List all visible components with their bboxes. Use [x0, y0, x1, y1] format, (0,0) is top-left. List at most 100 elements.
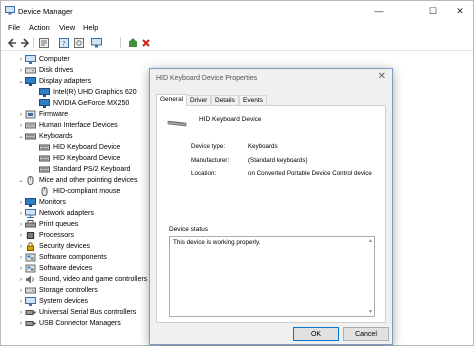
tree-item-label: Security devices — [39, 242, 90, 250]
location-label: Location: — [191, 170, 217, 177]
tree-item-processors[interactable]: › Processors — [17, 230, 74, 241]
tree-item-nvidia-mx250[interactable]: NVIDIA GeForce MX250 — [39, 98, 129, 109]
close-button[interactable]: ✕ — [447, 1, 473, 21]
device-manager-window: Device Manager — ☐ ✕ File Action View He… — [0, 0, 474, 346]
tree-item-label: Keyboards — [39, 132, 73, 140]
chevron-right-icon[interactable]: › — [17, 210, 25, 218]
tree-item-label: Standard PS/2 Keyboard — [53, 165, 131, 173]
update-driver-icon — [128, 37, 137, 47]
tree-item-label: Software components — [39, 253, 107, 261]
update-driver-button[interactable] — [127, 37, 138, 48]
properties-button[interactable] — [38, 37, 49, 48]
forward-icon — [20, 37, 29, 48]
maximize-button[interactable]: ☐ — [420, 1, 446, 21]
maximize-icon: ☐ — [428, 5, 438, 16]
chevron-down-icon[interactable]: ⌄ — [17, 133, 25, 141]
tab-general[interactable]: General — [156, 94, 188, 106]
chevron-right-icon[interactable]: › — [17, 122, 25, 130]
chevron-right-icon[interactable]: › — [17, 111, 25, 119]
chevron-down-icon[interactable]: ⌄ — [17, 177, 25, 185]
forward-button[interactable] — [19, 37, 30, 48]
menu-file[interactable]: File — [8, 23, 20, 32]
help-button[interactable]: ? — [58, 37, 69, 48]
tree-item-network-adapters[interactable]: › Network adapters — [17, 208, 94, 219]
chevron-right-icon[interactable]: › — [17, 67, 25, 75]
chevron-down-icon[interactable]: ⌄ — [17, 78, 25, 86]
tree-item-label: Software devices — [39, 264, 93, 272]
tree-item-security-devices[interactable]: › Security devices — [17, 241, 90, 252]
menu-view[interactable]: View — [59, 23, 75, 32]
manufacturer-value: (Standard keyboards) — [248, 157, 308, 164]
back-icon — [7, 37, 16, 48]
chevron-right-icon[interactable]: › — [17, 298, 25, 306]
back-button[interactable] — [6, 37, 17, 48]
monitor-button[interactable] — [91, 37, 102, 48]
chevron-right-icon[interactable]: › — [17, 243, 25, 251]
tree-item-label: HID-compliant mouse — [53, 187, 121, 195]
tree-item-hid-mouse[interactable]: HID-compliant mouse — [39, 186, 120, 197]
device-type-label: Device type: — [191, 143, 226, 150]
chevron-right-icon[interactable]: › — [17, 309, 25, 317]
cancel-button[interactable]: Cancel — [343, 327, 389, 341]
tree-item-sound-video-game[interactable]: › Sound, video and game controllers — [17, 274, 147, 285]
ok-button[interactable]: OK — [293, 327, 339, 341]
keyboard-icon — [25, 133, 36, 140]
minimize-button[interactable]: — — [366, 1, 392, 21]
tree-item-system-devices[interactable]: › System devices — [17, 296, 88, 307]
mouse-icon — [41, 187, 48, 196]
scroll-up-icon[interactable]: ▲ — [368, 238, 373, 244]
menu-help[interactable]: Help — [83, 23, 98, 32]
tree-item-label: Monitors — [39, 198, 66, 206]
system-icon — [25, 297, 36, 306]
chevron-right-icon[interactable]: › — [17, 287, 25, 295]
device-status-text: This device is working properly. — [173, 239, 261, 246]
keyboard-icon — [39, 166, 50, 173]
tree-item-firmware[interactable]: › Firmware — [17, 109, 68, 120]
tree-item-computer[interactable]: › Computer — [17, 54, 70, 65]
tree-item-intel-uhd-620[interactable]: Intel(R) UHD Graphics 620 — [39, 87, 137, 98]
disk-icon — [25, 67, 36, 74]
close-icon: ✕ — [456, 5, 464, 16]
tree-item-label: Computer — [39, 55, 70, 63]
tree-item-label: Print queues — [39, 220, 79, 228]
tree-item-human-interface-devices[interactable]: › Human Interface Devices — [17, 120, 118, 131]
tree-item-mice[interactable]: ⌄ Mice and other pointing devices — [17, 175, 137, 186]
chevron-right-icon[interactable]: › — [17, 320, 25, 328]
tree-item-print-queues[interactable]: › Print queues — [17, 219, 78, 230]
scan-button[interactable] — [73, 37, 84, 48]
toolbar: ? — [1, 34, 473, 51]
device-manager-icon — [5, 6, 15, 15]
menu-action[interactable]: Action — [29, 23, 50, 32]
device-status-box[interactable]: This device is working properly. ▲ ▼ — [169, 236, 375, 317]
chevron-right-icon[interactable]: › — [17, 56, 25, 64]
network-icon — [25, 209, 36, 218]
chevron-right-icon[interactable]: › — [17, 221, 25, 229]
tree-item-usb-controllers[interactable]: › Universal Serial Bus controllers — [17, 307, 136, 318]
keyboard-icon — [39, 144, 50, 151]
tree-item-keyboards[interactable]: ⌄ Keyboards — [17, 131, 72, 142]
tree-item-hid-keyboard-2[interactable]: HID Keyboard Device — [39, 153, 120, 164]
mouse-icon — [27, 176, 34, 185]
chevron-right-icon[interactable]: › — [17, 276, 25, 284]
chevron-right-icon[interactable]: › — [17, 254, 25, 262]
tree-item-storage-controllers[interactable]: › Storage controllers — [17, 285, 98, 296]
tree-item-software-devices[interactable]: › Software devices — [17, 263, 92, 274]
dialog-close-button[interactable]: ✕ — [378, 71, 386, 82]
tree-item-display-adapters[interactable]: ⌄ Display adapters — [17, 76, 91, 87]
tree-item-label: HID Keyboard Device — [53, 154, 121, 162]
chevron-right-icon[interactable]: › — [17, 199, 25, 207]
title-bar[interactable]: Device Manager — ☐ ✕ — [1, 1, 473, 21]
chevron-right-icon[interactable]: › — [17, 265, 25, 273]
tree-item-ps2-keyboard[interactable]: Standard PS/2 Keyboard — [39, 164, 130, 175]
tree-item-hid-keyboard-1[interactable]: HID Keyboard Device — [39, 142, 120, 153]
tree-item-monitors[interactable]: › Monitors — [17, 197, 66, 208]
uninstall-button[interactable] — [140, 37, 151, 48]
tree-item-disk-drives[interactable]: › Disk drives — [17, 65, 73, 76]
tree-item-usb-connector-managers[interactable]: › USB Connector Managers — [17, 318, 121, 329]
tree-item-label: Firmware — [39, 110, 69, 118]
device-type-value: Keyboards — [248, 143, 278, 150]
printer-icon — [25, 220, 36, 228]
chevron-right-icon[interactable]: › — [17, 232, 25, 240]
scroll-down-icon[interactable]: ▼ — [368, 309, 373, 315]
tree-item-software-components[interactable]: › Software components — [17, 252, 107, 263]
